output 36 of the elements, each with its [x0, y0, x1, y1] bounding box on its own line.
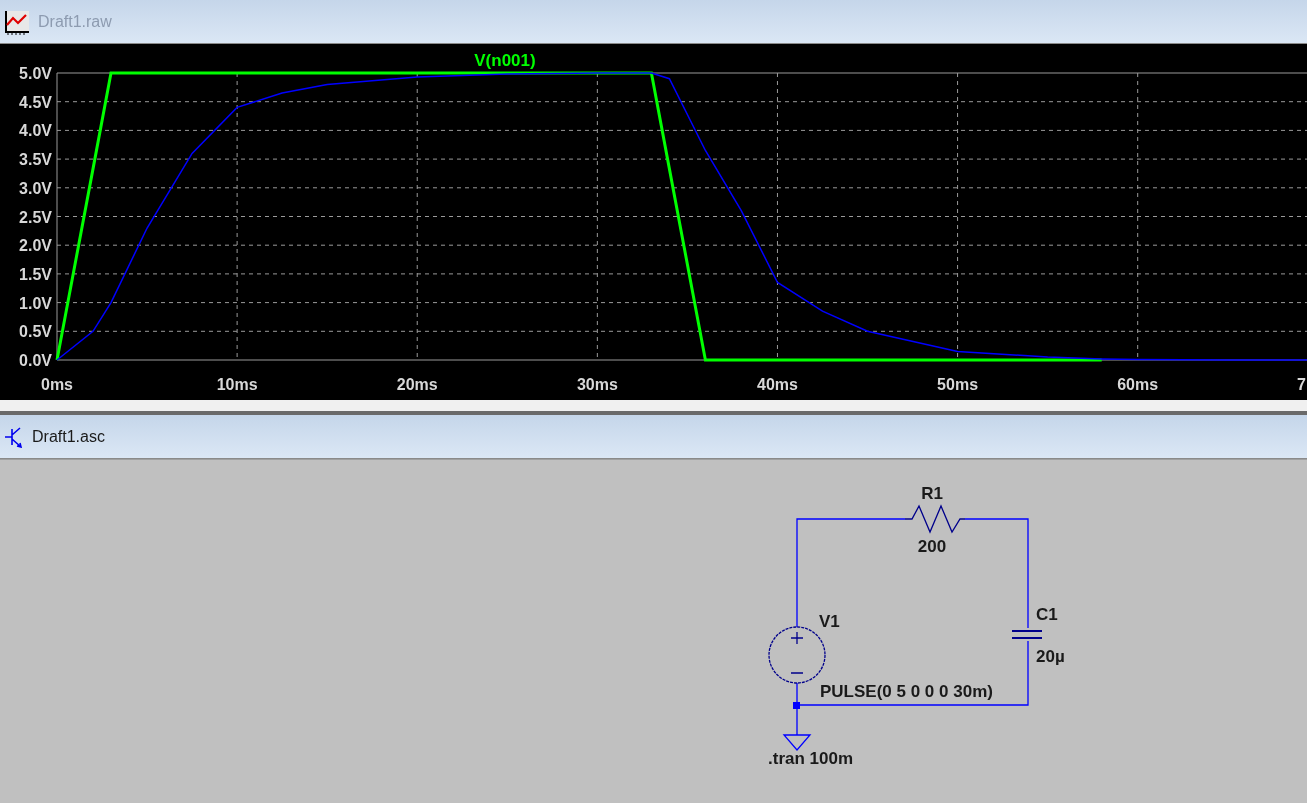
- y-tick-label: 5.0V: [19, 65, 52, 82]
- y-tick-label: 3.5V: [19, 151, 52, 169]
- ground-symbol: [782, 734, 812, 751]
- y-tick-label: 1.0V: [19, 294, 52, 312]
- trace-label[interactable]: V(n001): [474, 51, 536, 70]
- x-tick-label: 20ms: [396, 376, 438, 393]
- x-tick-label: 10ms: [216, 376, 258, 393]
- y-tick-label: 2.5V: [19, 208, 52, 226]
- component-value: 20µ: [1036, 647, 1065, 666]
- x-tick-label: 40ms: [757, 376, 798, 393]
- y-tick-label: 4.5V: [19, 93, 52, 111]
- y-tick-label: 2.0V: [19, 237, 52, 255]
- x-tick-label: 0ms: [41, 376, 73, 393]
- resistor-symbol: [904, 504, 966, 534]
- x-tick-label: 50ms: [937, 376, 979, 393]
- voltage-source-symbol: [768, 626, 826, 684]
- y-tick-label: 1.5V: [19, 265, 52, 283]
- window-title: Draft1.asc: [32, 426, 105, 447]
- waveform-icon: [4, 8, 30, 35]
- simulation-directive: .tran 100m: [768, 749, 854, 768]
- x-tick-label: 30ms: [576, 376, 618, 393]
- component-name: V1: [819, 612, 840, 631]
- component-name: C1: [1036, 605, 1058, 624]
- component-value: PULSE(0 5 0 0 0 30m): [820, 682, 993, 701]
- x-tick-label: 60ms: [1117, 376, 1159, 393]
- y-tick-label: 4.0V: [19, 122, 52, 140]
- capacitor-symbol: [1011, 630, 1043, 639]
- x-tick-label: 7: [1297, 376, 1306, 393]
- transistor-icon: [4, 425, 24, 448]
- component-name: R1: [921, 484, 943, 503]
- component-value: 200: [917, 537, 947, 556]
- y-tick-label: 3.0V: [19, 179, 52, 197]
- pane-splitter[interactable]: [0, 400, 1307, 415]
- y-tick-label: 0.0V: [19, 352, 52, 369]
- y-tick-label: 0.5V: [19, 323, 52, 341]
- window-title: Draft1.raw: [38, 11, 112, 32]
